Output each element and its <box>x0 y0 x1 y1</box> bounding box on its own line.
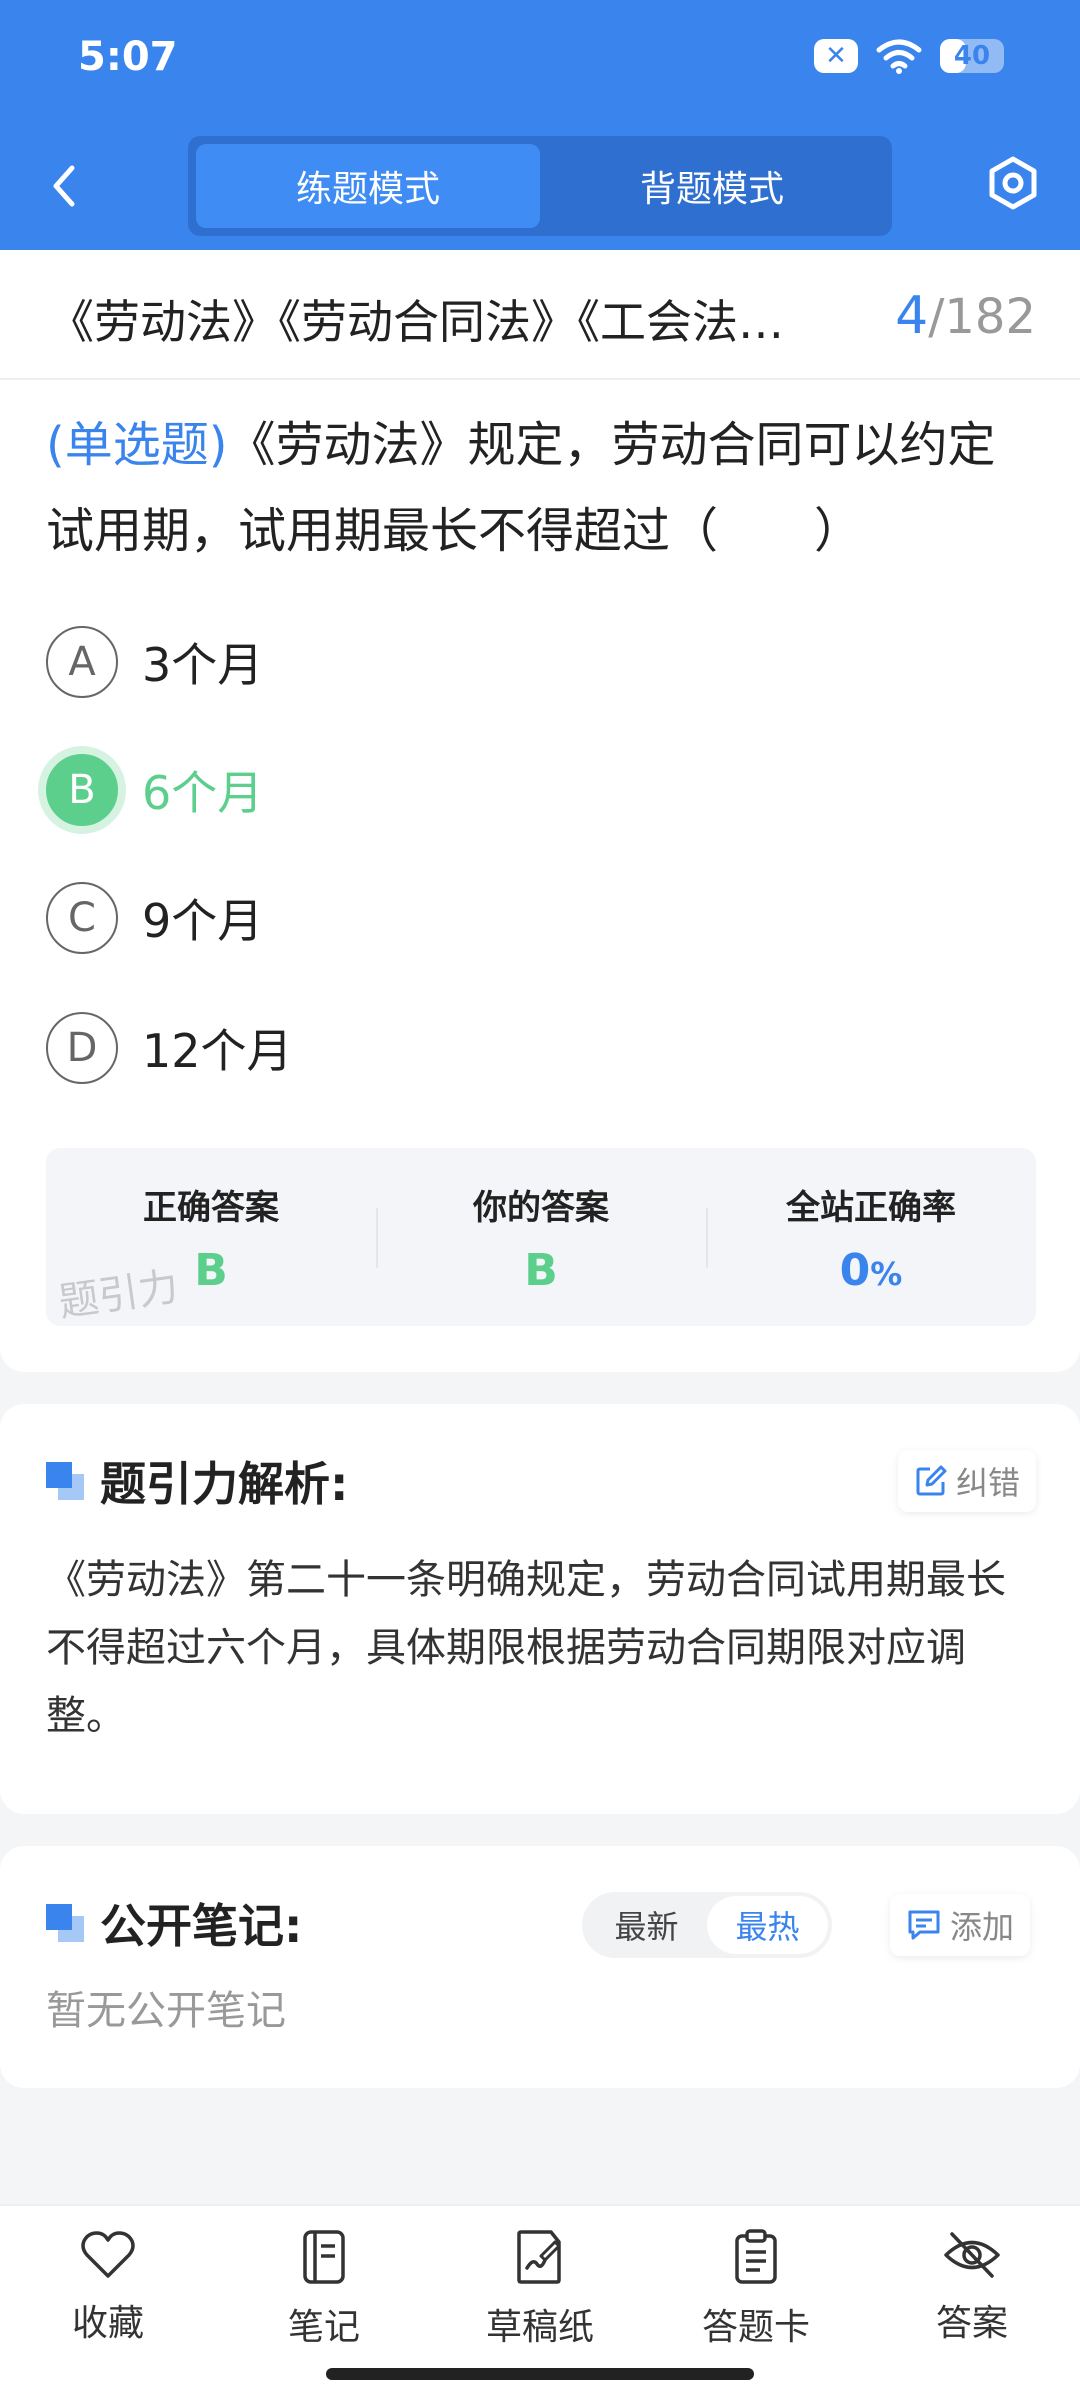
option-text: 12个月 <box>142 1024 293 1078</box>
analysis-title: 题引力解析: <box>46 1448 348 1514</box>
nav-favorite[interactable]: 收藏 <box>18 2228 198 2346</box>
edit-icon <box>916 1465 947 1496</box>
option-letter: D <box>46 1012 118 1084</box>
section-squares-icon <box>46 1904 84 1942</box>
empty-notes-text: 暂无公开笔记 <box>46 1988 286 2034</box>
notebook-icon <box>303 2230 345 2284</box>
report-error-label: 纠错 <box>956 1464 1021 1502</box>
app-header: 5:07 ✕ 40 练题模式 背题模式 <box>0 0 1080 250</box>
question-type: (单选题) <box>46 417 228 473</box>
notes-title-text: 公开笔记: <box>100 1899 303 1953</box>
option-text: 9个月 <box>142 894 264 948</box>
public-notes-card: 公开笔记: 最新 最热 添加 暂无公开笔记 <box>0 1846 1080 2088</box>
rate-unit: % <box>870 1255 903 1293</box>
nav-label: 草稿纸 <box>485 2307 594 2348</box>
stat-correct-rate: 全站正确率 0% <box>706 1148 1036 1326</box>
report-error-button[interactable]: 纠错 <box>898 1450 1037 1512</box>
answer-sheet-icon <box>735 2229 777 2284</box>
draft-paper-icon <box>517 2230 561 2284</box>
sort-newest[interactable]: 最新 <box>586 1896 707 1954</box>
nav-notes[interactable]: 笔记 <box>234 2228 414 2350</box>
option-letter: C <box>46 882 118 954</box>
home-indicator[interactable] <box>326 2368 754 2380</box>
question-text: (单选题)《劳动法》规定，劳动合同可以约定试用期，试用期最长不得超过（ ） <box>46 402 1036 574</box>
rate-number: 0 <box>839 1245 871 1296</box>
stat-value: B <box>524 1245 558 1296</box>
option-b[interactable]: B 6个月 <box>46 754 263 826</box>
x-badge-icon: ✕ <box>814 39 858 73</box>
option-a[interactable]: A 3个月 <box>46 626 263 698</box>
tab-memorize-mode[interactable]: 背题模式 <box>540 144 884 228</box>
notes-title: 公开笔记: <box>46 1890 302 1956</box>
eye-off-icon <box>944 2232 1000 2278</box>
option-letter: B <box>46 754 118 826</box>
answer-stats: 正确答案 B 题引力 你的答案 B 全站正确率 0% <box>46 1148 1036 1326</box>
nav-label: 答题卡 <box>701 2307 810 2348</box>
add-note-button[interactable]: 添加 <box>890 1894 1031 1956</box>
add-note-label: 添加 <box>950 1908 1015 1946</box>
nav-draft-paper[interactable]: 草稿纸 <box>450 2228 630 2350</box>
nav-answer-sheet[interactable]: 答题卡 <box>666 2228 846 2350</box>
analysis-text: 《劳动法》第二十一条明确规定，劳动合同试用期最长不得超过六个月，具体期限根据劳动… <box>46 1557 1006 1739</box>
hexagon-settings-icon[interactable] <box>984 154 1042 212</box>
option-text: 3个月 <box>142 638 264 692</box>
notes-sort-toggle: 最新 最热 <box>582 1892 832 1958</box>
chapter-title[interactable]: 《劳动法》《劳动合同法》《工会法… <box>48 286 868 352</box>
heart-icon <box>81 2231 135 2278</box>
option-d[interactable]: D 12个月 <box>46 1012 293 1084</box>
analysis-title-text: 题引力解析: <box>100 1457 349 1511</box>
comment-icon <box>908 1910 940 1940</box>
section-squares-icon <box>46 1462 84 1500</box>
stat-label: 正确答案 <box>143 1188 279 1228</box>
nav-label: 笔记 <box>287 2307 360 2348</box>
analysis-card: 题引力解析: 纠错 《劳动法》第二十一条明确规定，劳动合同试用期最长不得超过六个… <box>0 1404 1080 1814</box>
stat-your-answer: 你的答案 B <box>376 1148 706 1326</box>
back-chevron-left-icon[interactable] <box>42 156 86 216</box>
mode-tabs: 练题模式 背题模式 <box>188 136 892 236</box>
progress-total: /182 <box>928 289 1036 345</box>
nav-label: 答案 <box>935 2303 1008 2344</box>
status-time: 5:07 <box>78 34 178 80</box>
option-c[interactable]: C 9个月 <box>46 882 263 954</box>
question-progress[interactable]: 4/182 <box>895 286 1036 346</box>
option-letter: A <box>46 626 118 698</box>
battery-icon: 40 <box>940 39 1004 73</box>
progress-current: 4 <box>895 286 929 346</box>
nav-label: 收藏 <box>71 2303 144 2344</box>
chapter-row: 《劳动法》《劳动合同法》《工会法… 4/182 <box>0 250 1080 380</box>
sort-hottest[interactable]: 最热 <box>707 1896 828 1954</box>
status-icons: ✕ 40 <box>814 38 1004 74</box>
tab-practice-mode[interactable]: 练题模式 <box>196 144 540 228</box>
stat-label: 你的答案 <box>473 1188 609 1228</box>
option-text: 6个月 <box>142 766 264 820</box>
nav-answer[interactable]: 答案 <box>882 2228 1062 2346</box>
wifi-icon <box>876 39 922 74</box>
battery-level: 40 <box>953 41 991 71</box>
stat-value: 0% <box>706 1245 1036 1296</box>
question-card: 《劳动法》《劳动合同法》《工会法… 4/182 (单选题)《劳动法》规定，劳动合… <box>0 250 1080 1372</box>
stat-label: 全站正确率 <box>786 1188 956 1228</box>
stat-correct-answer: 正确答案 B 题引力 <box>46 1148 376 1326</box>
